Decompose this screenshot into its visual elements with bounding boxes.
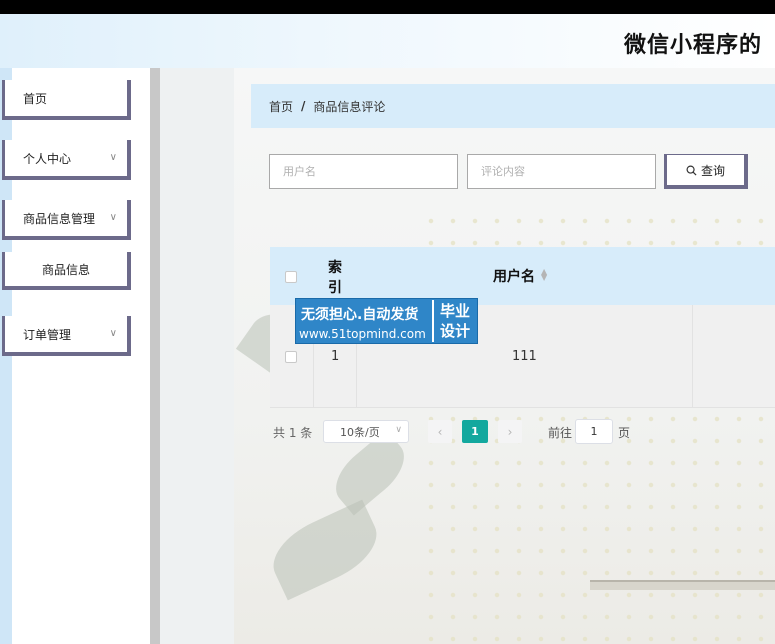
top-black-bar [0,0,775,14]
page-number-current[interactable]: 1 [462,420,488,443]
chevron-right-icon: › [507,424,513,439]
watermark-banner: 无须担心.自动发货 www.51topmind.com 毕业 设计 [295,298,478,344]
page-size-select[interactable]: 10条/页 ∨ [323,420,409,443]
username-search-input[interactable] [269,154,458,189]
sidebar-item-label: 订单管理 [23,327,72,342]
cell-index: 1 [331,349,340,364]
sidebar-subitem-product-info[interactable]: 商品信息 [2,252,131,290]
column-header-index: 索引 [328,260,342,296]
cell-username: 111 [512,349,537,364]
sidebar-item-label: 首页 [23,91,48,106]
chevron-down-icon: ∨ [395,425,402,435]
search-button[interactable]: 查询 [664,154,748,189]
sort-icon[interactable]: ▲ ▼ [541,268,547,282]
chevron-down-icon: ∨ [109,152,117,163]
goto-suffix: 页 [618,426,631,440]
select-all-checkbox[interactable] [285,271,297,283]
column-divider [692,305,693,408]
sidebar-item-label: 商品信息管理 [23,211,96,226]
comment-search-input[interactable] [467,154,656,189]
sidebar-item-product-management[interactable]: 商品信息管理 ∨ [2,200,131,240]
sidebar-item-order-management[interactable]: 订单管理 ∨ [2,316,131,356]
sidebar-item-label: 商品信息 [41,262,90,277]
row-checkbox[interactable] [285,351,297,363]
sidebar-item-personal-center[interactable]: 个人中心 ∨ [2,140,131,180]
watermark-badge: 毕业 设计 [432,300,476,342]
sidebar-item-home[interactable]: 首页 [2,80,131,120]
prev-page-button[interactable]: ‹ [428,420,452,443]
goto-label: 前往 [548,426,573,440]
sidebar-item-label: 个人中心 [23,151,72,166]
watermark-text: 无须担心.自动发货 [301,307,419,323]
page-title: 微信小程序的 [624,33,763,58]
pagination-total: 共 1 条 [273,426,313,440]
breadcrumb-home[interactable]: 首页 [269,98,293,115]
background-rail-decoration [590,580,775,590]
chevron-left-icon: ‹ [437,424,443,439]
search-icon [686,165,697,176]
column-header-username[interactable]: 用户名 [493,266,535,286]
chevron-down-icon: ∨ [109,212,117,223]
sidebar-scrollbar[interactable] [150,68,160,644]
page-size-value: 10条/页 [340,425,380,439]
header: 微信小程序的 [0,14,775,68]
watermark-badge-line: 设计 [439,322,470,340]
goto-page-input[interactable] [575,419,613,444]
breadcrumb: 首页 / 商品信息评论 [251,84,775,128]
next-page-button[interactable]: › [498,420,522,443]
search-button-label: 查询 [700,163,725,178]
breadcrumb-current: 商品信息评论 [313,99,386,114]
breadcrumb-separator: / [301,99,306,113]
chevron-down-icon: ∨ [109,328,117,339]
watermark-url: www.51topmind.com [299,327,426,341]
watermark-badge-line: 毕业 [439,302,470,320]
